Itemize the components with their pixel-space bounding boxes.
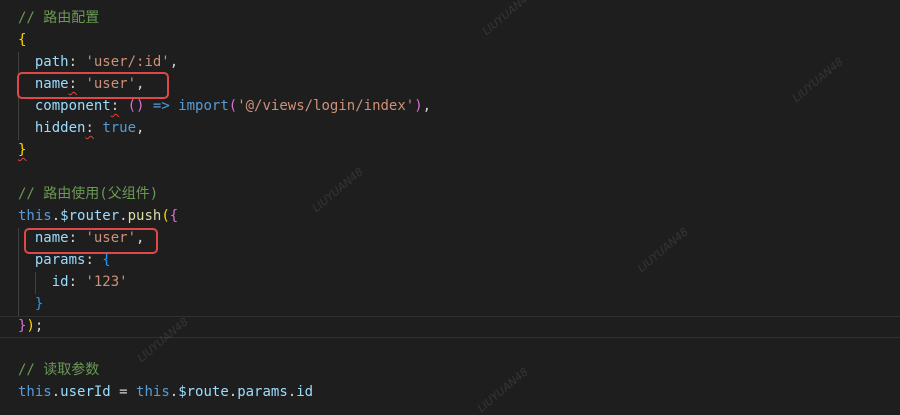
code-line-10[interactable]: this.$router.push({	[18, 205, 178, 227]
import-path: '@/views/login/index'	[237, 98, 415, 114]
arrow: =>	[152, 98, 170, 114]
code-line-17[interactable]: // 读取参数	[18, 359, 99, 381]
code-line-14[interactable]: }	[18, 293, 43, 315]
code-line-3[interactable]: path: 'user/:id',	[18, 51, 178, 73]
current-line-highlight	[0, 316, 900, 338]
code-line-15[interactable]: });	[18, 315, 43, 337]
params-prop: params	[237, 384, 288, 400]
watermark: LIUYUAN48	[790, 55, 846, 105]
this-keyword: this	[18, 208, 52, 224]
params-key: params	[34, 252, 86, 268]
watermark: LIUYUAN48	[635, 225, 691, 275]
code-line-7[interactable]: }	[18, 139, 26, 161]
highlight-box	[17, 72, 169, 99]
path-value: 'user/:id'	[85, 54, 170, 70]
route-prop: $route	[178, 384, 229, 400]
code-line-6[interactable]: hidden: true,	[18, 117, 145, 139]
code-line-13[interactable]: id: '123'	[18, 271, 128, 293]
path-key: path	[34, 54, 69, 70]
router-prop: $router	[60, 208, 120, 224]
hidden-key: hidden	[34, 120, 86, 136]
this-keyword: this	[136, 384, 170, 400]
arrow-parens: ()	[127, 98, 145, 114]
comment: // 路由配置	[18, 10, 100, 26]
code-editor[interactable]: // 路由配置 { path: 'user/:id', name: 'user'…	[0, 0, 900, 415]
push-fn: push	[127, 208, 162, 224]
hidden-value: true	[102, 120, 137, 136]
highlight-box	[24, 228, 158, 254]
close-brace: }	[18, 142, 27, 158]
id-value: '123'	[85, 274, 128, 290]
id-prop: id	[296, 384, 314, 400]
comment: // 读取参数	[18, 362, 100, 378]
this-keyword: this	[18, 384, 52, 400]
watermark: LIUYUAN48	[310, 165, 366, 215]
code-line-9[interactable]: // 路由使用(父组件)	[18, 183, 158, 205]
code-line-1[interactable]: // 路由配置	[18, 7, 99, 29]
open-brace: {	[18, 32, 27, 48]
comment: // 路由使用(父组件)	[18, 186, 159, 202]
watermark: LIUYUAN48	[475, 365, 531, 415]
watermark: LIUYUAN48	[480, 0, 536, 38]
component-key: component	[34, 98, 111, 114]
userId-prop: userId	[60, 384, 111, 400]
import-fn: import	[178, 98, 229, 114]
code-line-18[interactable]: this.userId = this.$route.params.id	[18, 381, 313, 403]
code-line-2[interactable]: {	[18, 29, 26, 51]
id-key: id	[51, 274, 69, 290]
